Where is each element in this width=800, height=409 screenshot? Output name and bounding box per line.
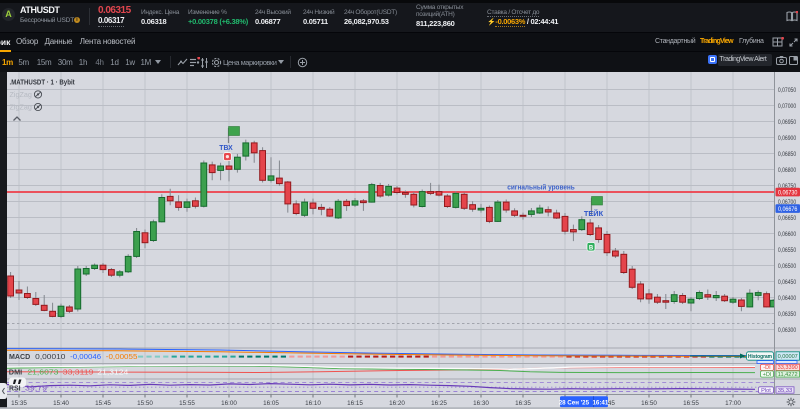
svg-text:B: B: [589, 245, 594, 251]
svg-text:16:50: 16:50: [641, 400, 657, 407]
svg-text:16:10: 16:10: [305, 400, 321, 407]
svg-text:16:15: 16:15: [347, 400, 363, 407]
svg-text:39,79: 39,79: [25, 384, 47, 393]
svg-text:16:20: 16:20: [389, 400, 405, 407]
svg-text:0,07000: 0,07000: [778, 103, 797, 110]
svg-text:0,06850: 0,06850: [778, 151, 797, 158]
svg-text:11,4272: 11,4272: [778, 372, 798, 378]
svg-text:сигнальный уровень: сигнальный уровень: [507, 182, 575, 191]
svg-text:0,06300: 0,06300: [778, 327, 797, 334]
svg-text:-0,00055: -0,00055: [106, 352, 138, 361]
svg-text:0,07050: 0,07050: [778, 87, 797, 94]
svg-text:0,06730: 0,06730: [778, 189, 798, 196]
svg-text:15:55: 15:55: [179, 400, 195, 407]
svg-text:0,06350: 0,06350: [778, 311, 797, 318]
svg-text:-0,00046: -0,00046: [70, 352, 101, 361]
svg-text:15:45: 15:45: [95, 400, 111, 407]
svg-text:Plot: Plot: [761, 388, 771, 394]
svg-text:0,00010: 0,00010: [35, 352, 65, 361]
svg-text:0,06676: 0,06676: [778, 206, 798, 213]
svg-text:+DI: +DI: [763, 372, 772, 378]
svg-text:0,06900: 0,06900: [778, 135, 797, 142]
svg-text:28 Сен '25 16:41: 28 Сен '25 16:41: [559, 399, 609, 406]
svg-text:0,06650: 0,06650: [778, 215, 797, 222]
svg-text:33,3390: 33,3390: [778, 365, 798, 371]
svg-text:ТВХ: ТВХ: [219, 143, 232, 152]
svg-text:15:40: 15:40: [53, 400, 69, 407]
svg-text:16:25: 16:25: [431, 400, 447, 407]
svg-text:0,06800: 0,06800: [778, 167, 797, 174]
svg-text:21,3124: 21,3124: [97, 367, 128, 376]
svg-text:0,06550: 0,06550: [778, 247, 797, 254]
svg-text:Histogram: Histogram: [748, 354, 772, 360]
svg-text:0,06450: 0,06450: [778, 279, 797, 286]
svg-text:17:00: 17:00: [725, 400, 741, 407]
svg-text:15:50: 15:50: [137, 400, 153, 407]
svg-text:0,06400: 0,06400: [778, 295, 797, 302]
svg-text:15:35: 15:35: [11, 400, 27, 407]
svg-text:ZigZag: ZigZag: [10, 90, 32, 99]
svg-text:-DI: -DI: [763, 365, 771, 371]
svg-text:16:55: 16:55: [683, 400, 699, 407]
svg-text:35,33: 35,33: [778, 388, 793, 394]
svg-text:ZigZag: ZigZag: [10, 103, 32, 112]
svg-text:0,06500: 0,06500: [778, 263, 797, 270]
svg-text:21,6073: 21,6073: [27, 367, 58, 376]
svg-text:33,3119: 33,3119: [63, 367, 94, 376]
svg-text:16:30: 16:30: [473, 400, 489, 407]
svg-text:0,06950: 0,06950: [778, 119, 797, 126]
svg-text:16:00: 16:00: [221, 400, 237, 407]
svg-text:16:05: 16:05: [263, 400, 279, 407]
svg-text:.MATHUSDT · 1 · Bybit: .MATHUSDT · 1 · Bybit: [10, 78, 76, 87]
svg-text:MACD: MACD: [9, 352, 30, 361]
svg-text:0,06600: 0,06600: [778, 231, 797, 238]
svg-text:RSI: RSI: [9, 384, 21, 393]
svg-text:0,00007: 0,00007: [778, 354, 798, 360]
svg-text:16:35: 16:35: [515, 400, 531, 407]
svg-text:DMI: DMI: [9, 367, 22, 376]
svg-text:ТЕЙК: ТЕЙК: [584, 209, 604, 218]
